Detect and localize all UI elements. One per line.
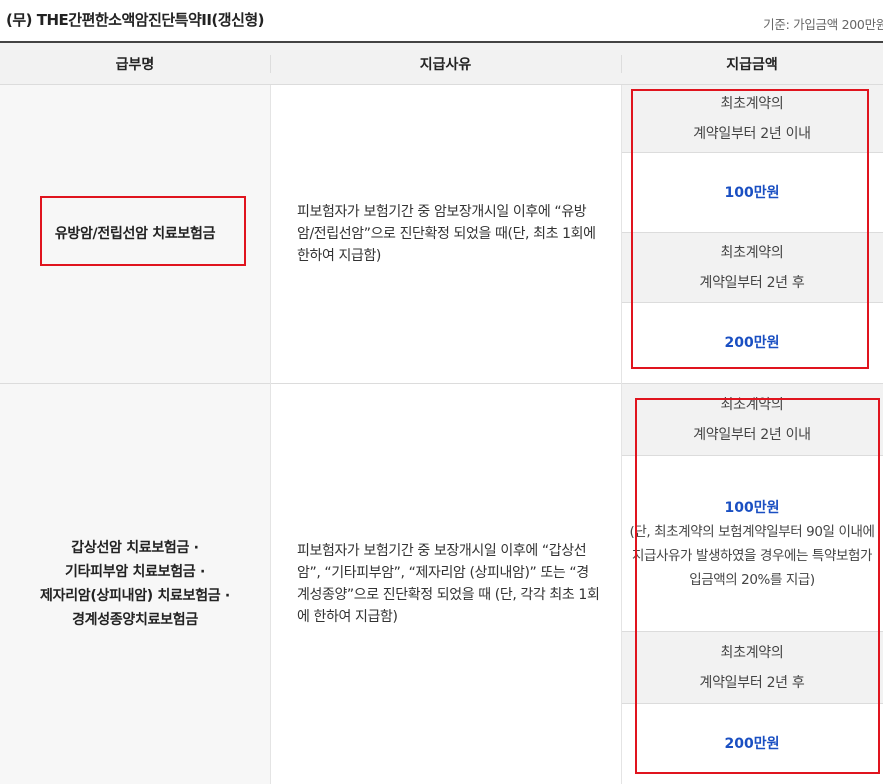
highlight-box bbox=[40, 196, 246, 266]
column-header-payment-reason: 지급사유 bbox=[270, 43, 621, 85]
payment-reason-text: 피보험자가 보험기간 중 암보장개시일 이후에 “유방암/전립선암”으로 진단확… bbox=[297, 204, 596, 264]
benefit-name-line: 제자리암(상피내암) 치료보험금 · bbox=[40, 588, 230, 604]
benefit-name-label: 갑상선암 치료보험금 · 기타피부암 치료보험금 · 제자리암(상피내암) 치료… bbox=[40, 536, 230, 632]
section-header: (무) THE간편한소액암진단특약II(갱신형) 기준: 가입금액 200만원 bbox=[0, 0, 883, 42]
column-header-benefit-name: 급부명 bbox=[0, 43, 270, 85]
table-row-2-name-cell: 갑상선암 치료보험금 · 기타피부암 치료보험금 · 제자리암(상피내암) 치료… bbox=[0, 384, 270, 784]
benefit-name-line: 기타피부암 치료보험금 · bbox=[65, 564, 205, 580]
header-divider bbox=[270, 55, 271, 73]
highlight-box bbox=[631, 89, 869, 369]
table-row-1-reason-cell: 피보험자가 보험기간 중 암보장개시일 이후에 “유방암/전립선암”으로 진단확… bbox=[270, 85, 621, 383]
benefit-name-line: 경계성종양치료보험금 bbox=[72, 612, 198, 628]
column-header-payment-amount: 지급금액 bbox=[621, 43, 883, 85]
basis-note: 기준: 가입금액 200만원 bbox=[763, 17, 883, 32]
header-divider bbox=[621, 55, 622, 73]
payment-reason-text: 피보험자가 보험기간 중 보장개시일 이후에 “갑상선암”, “기타피부암”, … bbox=[297, 543, 600, 625]
table-row-2-reason-cell: 피보험자가 보험기간 중 보장개시일 이후에 “갑상선암”, “기타피부암”, … bbox=[270, 384, 621, 784]
benefit-name-line: 갑상선암 치료보험금 · bbox=[71, 540, 199, 556]
row-divider bbox=[0, 383, 883, 384]
column-divider bbox=[270, 85, 271, 784]
highlight-box bbox=[635, 398, 880, 774]
column-divider bbox=[621, 85, 622, 784]
section-title: (무) THE간편한소액암진단특약II(갱신형) bbox=[6, 11, 265, 29]
